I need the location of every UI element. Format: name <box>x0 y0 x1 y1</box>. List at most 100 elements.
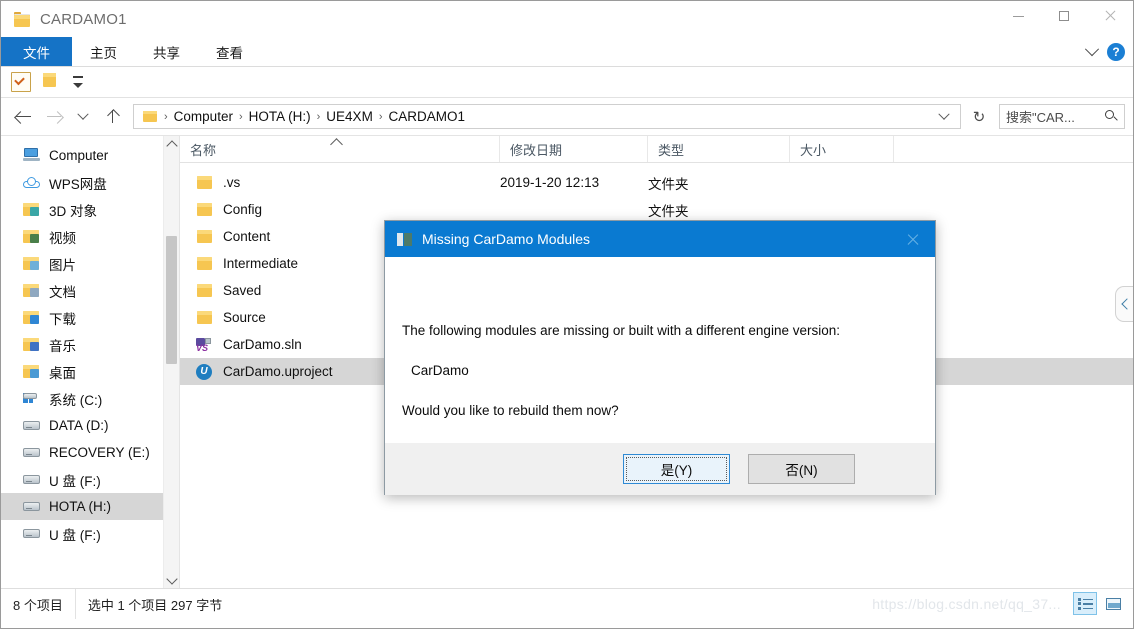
no-button[interactable]: 否(N) <box>748 454 855 484</box>
sidebar-item-label: 3D 对象 <box>49 203 98 219</box>
sort-ascending-icon <box>330 138 343 151</box>
dialog-message-line2: Would you like to rebuild them now? <box>402 403 619 418</box>
chevron-down-icon[interactable] <box>1084 41 1100 56</box>
selection-info-label: 选中 1 个项目 297 字节 <box>74 589 234 619</box>
missing-modules-dialog: Missing CarDamo Modules The following mo… <box>384 220 936 495</box>
minimize-icon <box>1012 15 1024 17</box>
sidebar-item-3d-objects[interactable]: 3D 对象 <box>1 196 179 223</box>
sidebar-item-computer[interactable]: Computer <box>1 142 179 169</box>
yes-button[interactable]: 是(Y) <box>623 454 730 484</box>
sidebar-item-usb-f-2[interactable]: U 盘 (F:) <box>1 520 179 547</box>
sidebar-item-data-d[interactable]: DATA (D:) <box>1 412 179 439</box>
maximize-button[interactable] <box>1041 1 1087 31</box>
sidebar-item-label: 文档 <box>49 284 76 300</box>
sidebar-item-pictures[interactable]: 图片 <box>1 250 179 277</box>
folder-icon <box>196 175 214 191</box>
folder-desktop-icon <box>23 364 41 380</box>
sidebar-item-music[interactable]: 音乐 <box>1 331 179 358</box>
recent-locations-button[interactable] <box>69 103 97 131</box>
sidebar-item-downloads[interactable]: 下载 <box>1 304 179 331</box>
chevron-down-icon <box>77 108 89 120</box>
table-row[interactable]: .vs 2019-1-20 12:13 文件夹 <box>180 169 1133 196</box>
sidebar-item-videos[interactable]: 视频 <box>1 223 179 250</box>
file-name: Config <box>223 202 263 217</box>
breadcrumb-dropdown-icon[interactable] <box>938 108 950 120</box>
sidebar-item-label: U 盘 (F:) <box>49 527 101 543</box>
folder-icon <box>196 202 214 218</box>
sidebar-item-label: 下载 <box>49 311 76 327</box>
breadcrumb-item-computer[interactable]: Computer <box>170 107 237 126</box>
breadcrumb-item-cardamo1[interactable]: CARDAMO1 <box>384 107 469 126</box>
dialog-message-line1: The following modules are missing or bui… <box>402 323 840 338</box>
properties-icon[interactable] <box>11 72 31 92</box>
back-button[interactable] <box>9 103 37 131</box>
file-date: 2019-1-20 12:13 <box>500 175 600 190</box>
customize-qat-dropdown[interactable] <box>73 76 83 88</box>
column-label: 名称 <box>190 142 217 158</box>
folder-3d-icon <box>23 202 41 218</box>
search-box[interactable]: 搜索"CAR... <box>999 104 1125 129</box>
chevron-left-icon <box>1120 298 1133 310</box>
folder-music-icon <box>23 337 41 353</box>
sidebar-item-usb-f[interactable]: U 盘 (F:) <box>1 466 179 493</box>
breadcrumb-item-hota[interactable]: HOTA (H:) <box>245 107 315 126</box>
tab-file[interactable]: 文件 <box>1 37 72 66</box>
sidebar-item-documents[interactable]: 文档 <box>1 277 179 304</box>
title-bar: CARDAMO1 <box>1 1 1133 37</box>
column-header-name[interactable]: 名称 <box>180 136 500 162</box>
breadcrumb-separator: › <box>238 110 243 123</box>
file-explorer-window: CARDAMO1 文件 主页 共享 查看 ? › Computer › HOTA… <box>0 0 1134 629</box>
refresh-button[interactable]: ↻ <box>967 105 991 129</box>
folder-documents-icon <box>23 283 41 299</box>
scrollbar-thumb[interactable] <box>166 236 177 364</box>
drive-icon <box>23 445 41 461</box>
breadcrumb-item-ue4xm[interactable]: UE4XM <box>322 107 377 126</box>
close-icon <box>906 233 919 246</box>
arrow-left-icon <box>15 110 32 124</box>
new-folder-icon[interactable] <box>43 73 61 91</box>
sidebar-item-system-c[interactable]: 系统 (C:) <box>1 385 179 412</box>
sidebar-item-label: WPS网盘 <box>49 176 107 192</box>
details-view-button[interactable] <box>1073 592 1097 615</box>
sidebar-item-label: U 盘 (F:) <box>49 473 101 489</box>
visual-studio-solution-icon: VS <box>196 337 214 353</box>
breadcrumb-separator: › <box>164 110 168 123</box>
folder-downloads-icon <box>23 310 41 326</box>
tab-share[interactable]: 共享 <box>135 37 198 66</box>
close-button[interactable] <box>1087 1 1133 31</box>
drive-icon <box>23 418 41 434</box>
navigation-list: Computer WPS网盘 3D 对象 视频 图片 文档 下载 音乐 桌面 系… <box>1 136 179 547</box>
scroll-up-button[interactable] <box>164 136 179 152</box>
column-header-type[interactable]: 类型 <box>648 136 790 162</box>
column-header-size[interactable]: 大小 <box>790 136 894 162</box>
folder-icon <box>143 110 157 123</box>
table-row[interactable]: Config 文件夹 <box>180 196 1133 223</box>
tab-view[interactable]: 查看 <box>198 37 261 66</box>
address-bar: › Computer › HOTA (H:) › UE4XM › CARDAMO… <box>1 98 1133 135</box>
tiles-view-button[interactable] <box>1101 592 1125 615</box>
view-mode-buttons <box>1073 592 1125 615</box>
file-name: Content <box>223 229 271 244</box>
preview-pane-toggle[interactable] <box>1115 286 1133 322</box>
sidebar-item-desktop[interactable]: 桌面 <box>1 358 179 385</box>
column-header-date[interactable]: 修改日期 <box>500 136 648 162</box>
sidebar-item-wps[interactable]: WPS网盘 <box>1 169 179 196</box>
help-button[interactable]: ? <box>1107 42 1125 61</box>
scroll-down-button[interactable] <box>164 572 179 588</box>
drive-icon <box>23 472 41 488</box>
breadcrumb[interactable]: › Computer › HOTA (H:) › UE4XM › CARDAMO… <box>133 104 961 129</box>
dialog-close-button[interactable] <box>890 221 935 257</box>
navigation-scrollbar[interactable] <box>163 136 179 588</box>
dialog-module-name: CarDamo <box>411 363 469 378</box>
navigation-pane: Computer WPS网盘 3D 对象 视频 图片 文档 下载 音乐 桌面 系… <box>1 136 179 588</box>
sidebar-item-hota-h[interactable]: HOTA (H:) <box>1 493 179 520</box>
forward-button[interactable] <box>39 103 67 131</box>
tab-home[interactable]: 主页 <box>72 37 135 66</box>
sidebar-item-label: 音乐 <box>49 338 76 354</box>
sidebar-item-recovery-e[interactable]: RECOVERY (E:) <box>1 439 179 466</box>
file-type: 文件夹 <box>648 176 689 192</box>
search-input[interactable]: 搜索"CAR... <box>1006 107 1105 126</box>
folder-icon <box>14 12 30 27</box>
up-button[interactable] <box>99 103 127 131</box>
minimize-button[interactable] <box>995 1 1041 31</box>
